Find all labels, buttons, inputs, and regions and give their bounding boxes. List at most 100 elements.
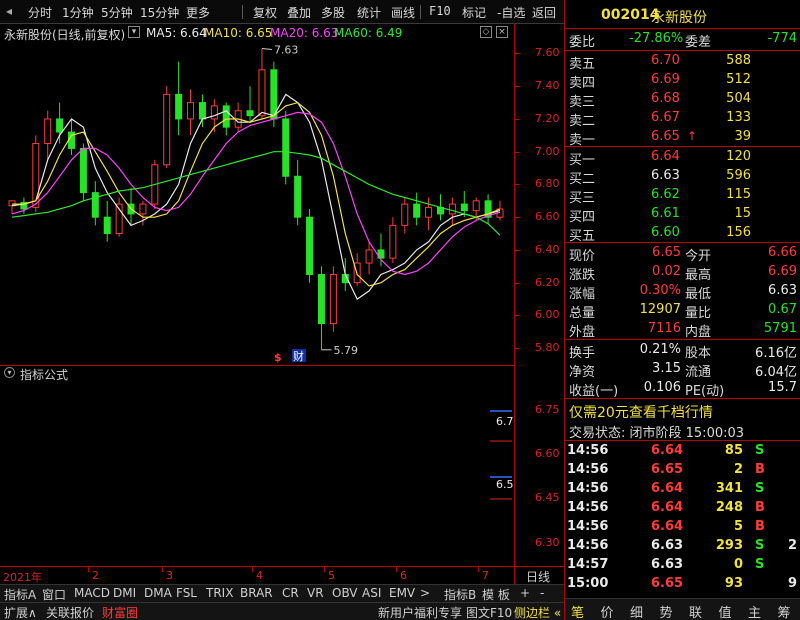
stat-value: 6.69 [768,264,797,279]
time-tick-mark [324,567,325,572]
indicator-tab-10[interactable]: OBV [332,586,358,600]
tick-row: 14:57 6.63 0 S [565,556,800,575]
indicator-tab-13[interactable]: > [420,586,430,600]
bid-label: 买一 [569,153,596,168]
candle [306,209,314,283]
ext-right-tab-2[interactable]: 侧边栏 « [514,604,561,620]
toolbar-item-6[interactable]: 叠加 [287,4,311,21]
tick-price: 6.64 [651,443,684,458]
candle-body [413,203,421,218]
indicator-b-tab-2[interactable]: + [520,586,530,600]
candle-body [389,224,397,259]
tick-count: 2 [787,538,797,553]
candle-body [425,206,433,218]
indicator-tab-11[interactable]: ASI [362,586,381,600]
toolbar-item-13[interactable]: 返回 [532,4,556,21]
stat-label: 量比 [685,306,712,321]
price-tick-mark [515,217,519,219]
candle-body [246,110,254,117]
ask-volume: 512 [726,72,751,87]
indicator-tab-9[interactable]: VR [307,586,324,600]
indicator-tab-7[interactable]: BRAR [240,586,273,600]
indicator-toggle-icon[interactable]: ▾ [4,367,15,378]
kline-chart[interactable]: 7.63 5.79 $ 财 [0,24,514,364]
promo-link[interactable]: 仅需20元查看千档行情 [569,402,713,422]
tick-side: S [755,538,765,553]
candle [91,181,99,226]
ext-tab-0[interactable]: 扩展∧ [4,604,37,620]
indicator-b-tab-3[interactable]: - [540,586,544,600]
finance-marker[interactable]: 财 [292,349,306,363]
period-label[interactable]: 日线 [526,568,550,585]
indicator-tab-12[interactable]: EMV [389,586,415,600]
toolbar-item-8[interactable]: 统计 [357,4,381,21]
ext-right-tab-0[interactable]: 新用户福利专享 [378,604,462,620]
toolbar-item-9[interactable]: 画线 [391,4,415,21]
trade-status: 交易状态: 闭市阶段 15:00:03 [569,426,745,441]
toolbar-item-5[interactable]: 复权 [253,4,277,21]
indicator-chart[interactable]: 6.7 6.5 [0,381,514,566]
indicator-tab-0[interactable]: 指标A [4,586,36,603]
tick-time: 14:57 [567,557,609,572]
indicator-b-tab-0[interactable]: 指标B [444,586,476,603]
stock-title: 002014 永新股份 [565,6,800,28]
toolbar-menu-icon[interactable]: ◂ [6,4,12,18]
indicator-b-tab-1[interactable]: 模 板 [482,586,510,603]
candle [187,89,195,136]
time-tick-mark [88,567,89,572]
candle-body [401,203,409,226]
dividend-marker[interactable]: $ [274,351,282,364]
tick-volume: 248 [715,500,743,515]
toolbar-item-3[interactable]: 15分钟 [140,4,179,21]
toolbar-item-12[interactable]: -自选 [497,4,525,21]
toolbar-divider [242,5,243,19]
indicator-tab-4[interactable]: DMA [144,586,172,600]
right-tab-3[interactable]: 势 [660,602,673,620]
indicator-tab-6[interactable]: TRIX [206,586,233,600]
toolbar-item-11[interactable]: 标记 [462,4,486,21]
top-toolbar: 分时 1分钟 5分钟 15分钟 更多 复权 叠加 多股 统计 画线 F10 标记 -自选 返回 ◂ [0,0,564,24]
right-tab-2[interactable]: 细 [630,602,643,620]
toolbar-item-7[interactable]: 多股 [321,4,345,21]
bid-label: 买二 [569,172,596,187]
promo-row[interactable]: 仅需20元查看千档行情 [565,401,800,422]
toolbar-item-0[interactable]: 分时 [28,4,52,21]
bid-price: 6.60 [651,225,680,240]
toolbar-item-10[interactable]: F10 [429,4,451,18]
bid-price: 6.61 [651,206,680,221]
right-tab-4[interactable]: 联 [689,602,702,620]
toolbar-item-1[interactable]: 1分钟 [62,4,94,21]
toolbar-item-4[interactable]: 更多 [186,4,210,21]
stat-label: 外盘 [569,325,596,340]
candle-body [317,273,325,325]
right-tab-5[interactable]: 值 [719,602,732,620]
quote-panel: 002014 永新股份 委比 -27.86% 委差 -774 仅需20元查看千档… [564,0,800,620]
toolbar-item-2[interactable]: 5分钟 [101,4,133,21]
series-line-ma10 [12,101,501,287]
indicator-tab-5[interactable]: FSL [176,586,197,600]
price-tick: 7.20 [535,111,560,125]
fin-row: 换手 0.21% 股本 6.16亿 [565,341,800,361]
ask-price: 6.70 [651,53,680,68]
time-tick-mark [162,567,163,572]
right-tab-7[interactable]: 筹 [778,602,791,620]
candle-body [210,105,218,120]
ext-tab-1[interactable]: 关联报价 [46,604,94,620]
candle-body [222,105,230,128]
right-tab-1[interactable]: 价 [601,602,614,620]
candle-body [472,200,480,212]
bid-label: 买四 [569,210,596,225]
stat-value: 0.02 [652,264,681,279]
weibi-label: 委比 [569,35,596,50]
candle-body [460,203,468,212]
ext-right-tab-1[interactable]: 图文F10 [466,604,512,620]
indicator-tab-1[interactable]: 窗口 [42,586,66,603]
right-tab-0[interactable]: 笔 [571,602,584,620]
candle [234,102,242,133]
price-tick-mark [515,86,519,88]
indicator-tab-3[interactable]: DMI [113,586,136,600]
indicator-tab-2[interactable]: MACD [74,586,110,600]
indicator-tab-8[interactable]: CR [282,586,299,600]
right-tab-6[interactable]: 主 [748,602,761,620]
ext-tab-2[interactable]: 财富圈 [102,604,138,620]
